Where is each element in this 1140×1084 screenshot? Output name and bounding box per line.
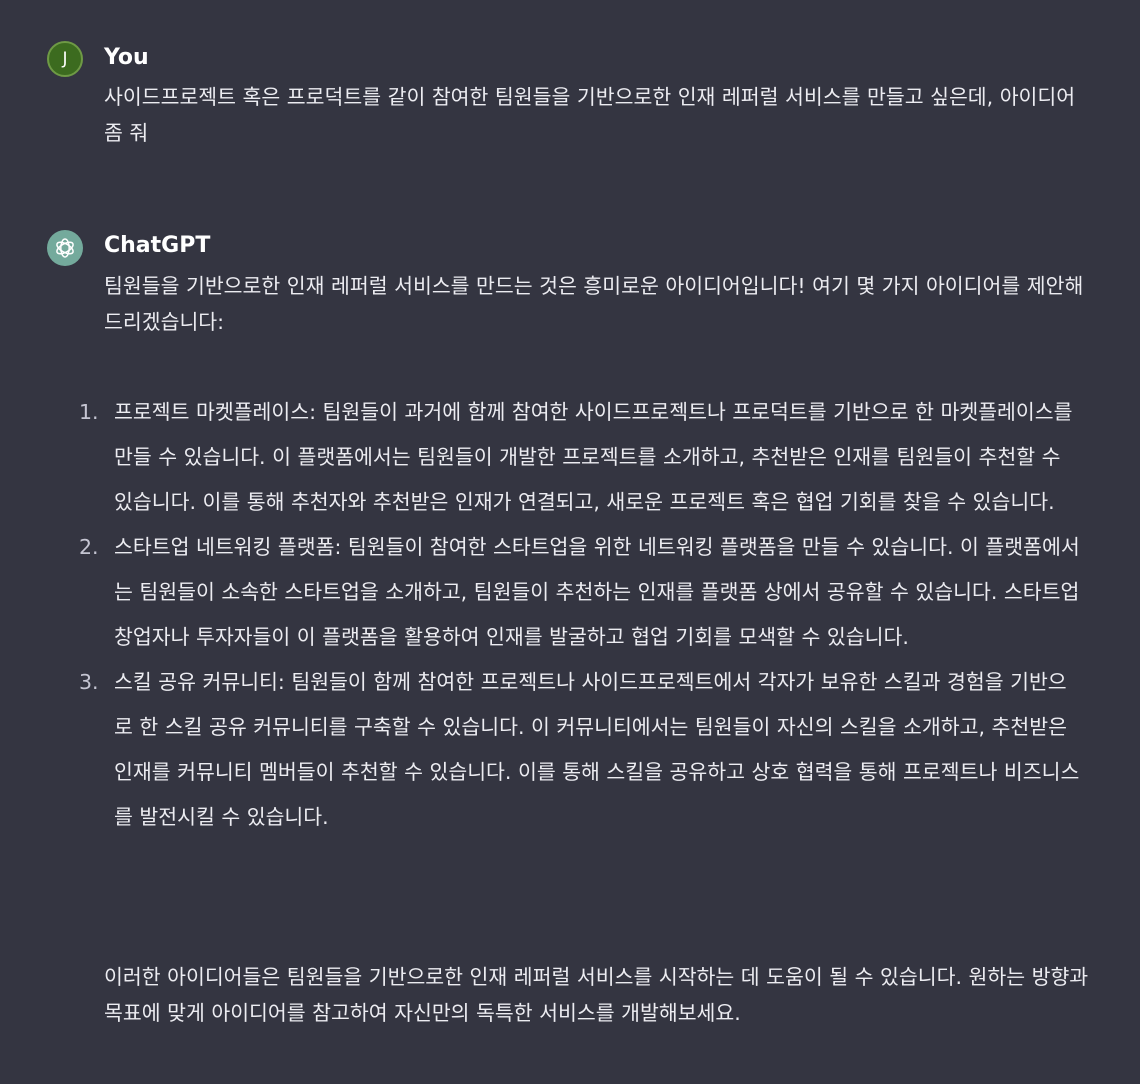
- openai-logo-icon: [47, 230, 83, 266]
- assistant-author-name: ChatGPT: [104, 233, 211, 258]
- list-item: 2. 스타트업 네트워킹 플랫폼: 팀원들이 참여한 스타트업을 위한 네트워킹…: [74, 525, 1084, 660]
- list-item-text: 프로젝트 마켓플레이스: 팀원들이 과거에 함께 참여한 사이드프로젝트나 프로…: [114, 400, 1073, 514]
- user-author-name: You: [104, 45, 149, 70]
- user-avatar: J: [47, 41, 83, 77]
- assistant-outro-text: 이러한 아이디어들은 팀원들을 기반으로한 인재 레퍼럴 서비스를 시작하는 데…: [104, 965, 1089, 1025]
- user-avatar-letter: J: [62, 49, 68, 69]
- list-item-number: 2.: [79, 535, 99, 559]
- list-item-number: 1.: [79, 400, 99, 424]
- openai-logo-svg: [56, 238, 74, 258]
- list-item: 3. 스킬 공유 커뮤니티: 팀원들이 함께 참여한 프로젝트나 사이드프로젝트…: [74, 660, 1084, 840]
- user-message-text: 사이드프로젝트 혹은 프로덕트를 같이 참여한 팀원들을 기반으로한 인재 레퍼…: [104, 85, 1076, 145]
- assistant-intro-text: 팀원들을 기반으로한 인재 레퍼럴 서비스를 만드는 것은 흥미로운 아이디어입…: [104, 274, 1084, 334]
- list-item-text: 스타트업 네트워킹 플랫폼: 팀원들이 참여한 스타트업을 위한 네트워킹 플랫…: [114, 535, 1080, 649]
- list-item: 1. 프로젝트 마켓플레이스: 팀원들이 과거에 함께 참여한 사이드프로젝트나…: [74, 390, 1084, 525]
- ideas-list: 1. 프로젝트 마켓플레이스: 팀원들이 과거에 함께 참여한 사이드프로젝트나…: [74, 390, 1084, 840]
- list-item-text: 스킬 공유 커뮤니티: 팀원들이 함께 참여한 프로젝트나 사이드프로젝트에서 …: [114, 670, 1080, 829]
- list-item-number: 3.: [79, 670, 99, 694]
